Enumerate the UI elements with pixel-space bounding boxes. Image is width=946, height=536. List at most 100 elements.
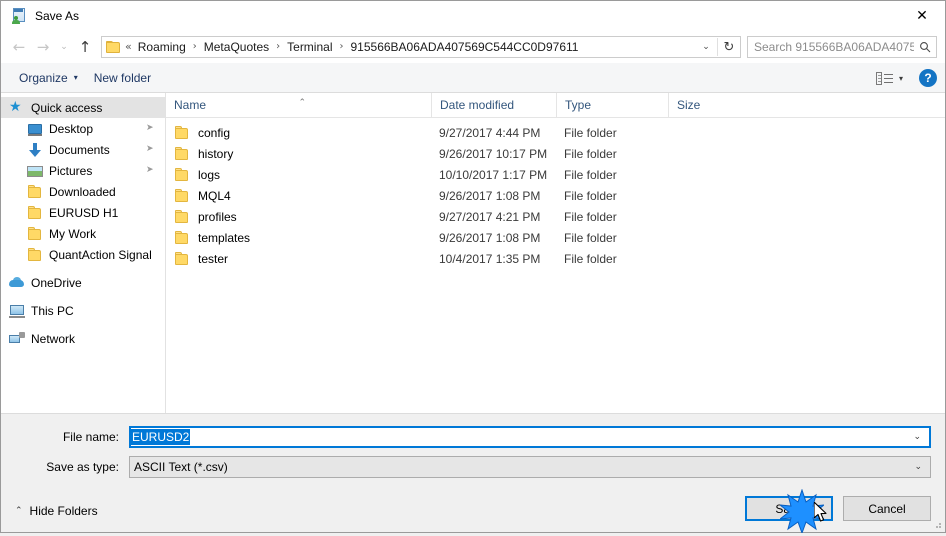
column-header-date[interactable]: Date modified — [431, 92, 556, 118]
breadcrumb-item-roaming[interactable]: Roaming — [134, 37, 190, 57]
sidebar-item-quick-access[interactable]: Quick access — [1, 97, 165, 118]
file-row-type: File folder — [564, 167, 617, 182]
folder-icon — [27, 184, 43, 200]
file-row-name: profiles — [166, 209, 431, 225]
file-row-name: templates — [166, 230, 431, 246]
folder-icon — [106, 40, 121, 54]
file-row-name: config — [166, 125, 431, 141]
pictures-icon — [27, 163, 43, 179]
file-name-label: File name: — [62, 430, 119, 444]
navigation-sidebar: Quick accessDesktop➤Documents➤ Pictures ➤ D… — [1, 93, 166, 413]
breadcrumb-overflow[interactable]: « — [125, 37, 134, 57]
breadcrumb-item-metaquotes[interactable]: MetaQuotes — [200, 37, 273, 57]
sidebar-item-eurusd-h1[interactable]: EURUSD H1 — [1, 202, 165, 223]
new-folder-button[interactable]: New folder — [86, 67, 159, 89]
up-one-level-icon[interactable]: ↑ — [73, 35, 97, 59]
sidebar-item-this-pc[interactable]: This PC — [1, 300, 165, 321]
file-name-text: logs — [198, 167, 221, 182]
column-headers: ⌃ Name Date modified Type Size — [166, 92, 945, 118]
table-row[interactable]: templates 9/26/2017 1:08 PM File folder — [166, 227, 945, 248]
form-area: File name: EURUSD2 ⌄ Save as type: ASCII… — [1, 413, 945, 488]
address-bar[interactable]: « Roaming › MetaQuotes › Terminal › 9155… — [101, 36, 741, 58]
folder-icon — [174, 188, 190, 204]
table-row[interactable]: config 9/27/2017 4:44 PM File folder — [166, 122, 945, 143]
folder-icon — [174, 167, 190, 183]
sidebar-item-label: This PC — [31, 303, 74, 318]
sidebar-item-pictures[interactable]: Pictures ➤ — [1, 160, 165, 181]
organize-label: Organize — [19, 70, 68, 85]
sidebar-item-quantaction-signal[interactable]: QuantAction Signal — [1, 244, 165, 265]
save-as-type-select[interactable]: ASCII Text (*.csv) ⌄ — [129, 456, 931, 478]
sidebar-item-downloaded[interactable]: Downloaded — [1, 181, 165, 202]
navigation-bar: ← → ⌄ ↑ « Roaming › MetaQuotes › Termina… — [1, 31, 945, 63]
file-name-text: templates — [198, 230, 251, 245]
file-rows: config 9/27/2017 4:44 PM File folder histor… — [166, 118, 945, 413]
file-list: ⌃ Name Date modified Type Size config 9/2… — [166, 92, 945, 413]
pin-icon[interactable]: ➤ — [146, 124, 155, 133]
sidebar-item-label: EURUSD H1 — [49, 205, 119, 220]
breadcrumb-item-guid[interactable]: 915566BA06ADA407569C544CC0D97611 — [347, 37, 583, 57]
window-title: Save As — [35, 9, 80, 23]
column-header-name-label: Name — [174, 97, 207, 112]
file-name-text: profiles — [198, 209, 237, 224]
folder-icon — [174, 125, 190, 141]
column-header-name[interactable]: ⌃ Name — [166, 93, 431, 118]
table-row[interactable]: MQL4 9/26/2017 1:08 PM File folder — [166, 185, 945, 206]
folder-icon — [174, 230, 190, 246]
dialog-footer: ⌃ Hide Folders Save Cancel — [1, 488, 945, 532]
chevron-down-icon[interactable]: ⌄ — [913, 432, 921, 442]
folder-icon — [174, 251, 190, 267]
table-row[interactable]: history 9/26/2017 10:17 PM File folder — [166, 143, 945, 164]
breadcrumb-separator-1[interactable]: › — [190, 37, 200, 57]
breadcrumb-item-terminal[interactable]: Terminal — [283, 37, 336, 57]
file-name-input[interactable]: EURUSD2 ⌄ — [129, 426, 931, 448]
organize-button[interactable]: Organize ▾ — [11, 67, 86, 89]
table-row[interactable]: profiles 9/27/2017 4:21 PM File folder — [166, 206, 945, 227]
forward-icon[interactable]: → — [31, 35, 55, 59]
folder-icon — [174, 146, 190, 162]
back-icon[interactable]: ← — [7, 35, 31, 59]
sidebar-item-onedrive[interactable]: OneDrive — [1, 272, 165, 293]
refresh-icon[interactable]: ↻ — [718, 37, 740, 57]
sidebar-item-label: QuantAction Signal — [49, 247, 152, 262]
close-button[interactable]: ✕ — [899, 1, 945, 31]
resize-grip[interactable] — [932, 519, 942, 529]
address-dropdown-icon[interactable]: ⌄ — [695, 37, 717, 57]
chevron-down-icon[interactable]: ⌄ — [914, 462, 922, 472]
column-header-size[interactable]: Size — [668, 92, 748, 118]
sidebar-item-label: Network — [31, 331, 76, 346]
file-name-value[interactable]: EURUSD2 — [131, 429, 191, 445]
file-row-type: File folder — [564, 230, 617, 245]
save-as-type-value: ASCII Text (*.csv) — [134, 460, 228, 474]
file-row-type: File folder — [564, 188, 617, 203]
hide-folders-label: Hide Folders — [29, 503, 98, 518]
star-icon — [9, 99, 25, 116]
save-button[interactable]: Save — [745, 496, 833, 521]
breadcrumb-separator-2[interactable]: › — [273, 37, 283, 57]
search-input[interactable]: Search 915566BA06ADA40756... — [748, 40, 914, 54]
view-dropdown-icon[interactable]: ▾ — [899, 74, 903, 83]
pin-icon[interactable]: ➤ — [146, 166, 155, 175]
file-name-row: File name: EURUSD2 ⌄ — [15, 424, 931, 450]
table-row[interactable]: logs 10/10/2017 1:17 PM File folder — [166, 164, 945, 185]
file-row-date: 9/26/2017 1:08 PM — [439, 230, 541, 245]
column-header-type[interactable]: Type — [556, 92, 668, 118]
hide-folders-button[interactable]: ⌃ Hide Folders — [15, 504, 98, 518]
change-view-icon[interactable] — [875, 71, 893, 85]
breadcrumb-separator-3[interactable]: › — [337, 37, 347, 57]
recent-locations-icon[interactable]: ⌄ — [55, 35, 73, 59]
cancel-button[interactable]: Cancel — [843, 496, 931, 521]
title-bar: Save As ✕ — [1, 1, 945, 31]
sidebar-item-label: OneDrive — [31, 275, 82, 290]
help-icon[interactable]: ? — [919, 69, 937, 87]
sidebar-item-label: Pictures — [49, 163, 93, 178]
save-as-type-row: Save as type: ASCII Text (*.csv) ⌄ — [15, 454, 931, 480]
sidebar-item-documents[interactable]: Documents ➤ — [1, 139, 165, 160]
sidebar-item-label: Downloaded — [49, 184, 116, 199]
search-box[interactable]: Search 915566BA06ADA40756... — [747, 36, 937, 58]
table-row[interactable]: tester 10/4/2017 1:35 PM File folder — [166, 248, 945, 269]
pin-icon[interactable]: ➤ — [146, 145, 155, 154]
sidebar-item-my-work[interactable]: My Work — [1, 223, 165, 244]
sidebar-item-desktop[interactable]: Desktop ➤ — [1, 118, 165, 139]
sidebar-item-network[interactable]: Network — [1, 328, 165, 349]
